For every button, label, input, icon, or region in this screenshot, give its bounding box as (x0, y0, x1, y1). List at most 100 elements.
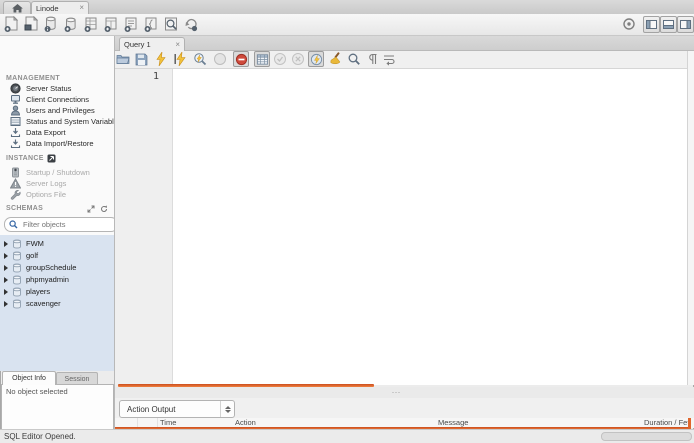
output-splitter[interactable] (115, 387, 694, 398)
sidebar-item-options-file[interactable]: Options File (0, 189, 114, 200)
reconnect-icon[interactable] (183, 16, 199, 33)
sidebar-item-data-export[interactable]: Data Export (0, 127, 114, 138)
tab-query-1[interactable]: Query 1 × (119, 37, 185, 51)
sidebar-item-server-logs[interactable]: Server Logs (0, 178, 114, 189)
wrench-icon (10, 189, 21, 200)
toggle-left-sidebar-button[interactable] (643, 16, 660, 33)
expand-panel-icon[interactable] (87, 205, 95, 213)
execute-current-icon[interactable] (172, 51, 188, 67)
server-instance-icon (10, 167, 21, 178)
sidebar-item-startup-shutdown[interactable]: Startup / Shutdown (0, 167, 114, 178)
schema-item[interactable]: FWM (0, 238, 114, 250)
document-tabbar: Linode × (0, 0, 694, 15)
close-icon[interactable]: × (79, 4, 84, 12)
create-schema-icon[interactable] (63, 16, 79, 33)
schema-icon (12, 251, 22, 261)
output-vscrollbar-thumb[interactable] (688, 418, 691, 429)
expander-icon[interactable] (4, 277, 8, 283)
explain-icon[interactable] (192, 51, 208, 67)
toggle-invisible-chars-icon[interactable] (365, 51, 381, 67)
toggle-autocommit-icon[interactable] (308, 51, 324, 67)
rollback-icon[interactable] (290, 51, 306, 67)
inspector-icon[interactable] (43, 16, 59, 33)
schema-icon (12, 299, 22, 309)
schema-icon (12, 287, 22, 297)
mysql-workbench-window: Linode × MANAGEMENT Server Status Client… (0, 0, 694, 443)
schema-filter-input[interactable] (21, 219, 105, 230)
sidebar-item-data-import[interactable]: Data Import/Restore (0, 138, 114, 149)
schema-item[interactable]: groupSchedule (0, 262, 114, 274)
beautify-icon[interactable] (327, 51, 343, 67)
open-sql-script-icon[interactable] (23, 16, 39, 33)
editor-vscrollbar-lane[interactable] (688, 51, 694, 385)
instance-section-title: INSTANCE (6, 155, 44, 162)
output-view-select[interactable]: Action Output (119, 400, 235, 418)
toggle-stop-on-error-icon[interactable] (233, 51, 249, 67)
tab-object-info[interactable]: Object Info (2, 371, 56, 385)
sql-editor-toolbar (115, 51, 694, 69)
expander-icon[interactable] (4, 253, 8, 259)
navigator-sidebar: MANAGEMENT Server Status Client Connecti… (0, 36, 114, 371)
new-sql-tab-icon[interactable] (3, 16, 19, 33)
toggle-right-sidebar-button[interactable] (677, 16, 694, 33)
schema-icon (12, 263, 22, 273)
main-toolbar (0, 14, 694, 36)
hscrollbar-thumb[interactable] (601, 432, 692, 441)
data-export-icon (10, 127, 21, 138)
toggle-output-area-button[interactable] (660, 16, 677, 33)
schema-item[interactable]: phpmyadmin (0, 274, 114, 286)
schemas-section-title: SCHEMAS (6, 205, 44, 212)
data-import-icon (10, 138, 21, 149)
sql-editor-canvas[interactable] (173, 69, 687, 385)
expander-icon[interactable] (4, 289, 8, 295)
commit-icon[interactable] (272, 51, 288, 67)
management-section-title: MANAGEMENT (6, 75, 60, 82)
create-view-icon[interactable] (103, 16, 119, 33)
status-variables-icon (10, 116, 21, 127)
create-table-icon[interactable] (83, 16, 99, 33)
execute-icon[interactable] (153, 51, 169, 67)
schema-filter (4, 217, 114, 232)
schema-icon (12, 275, 22, 285)
schema-list: FWM golf groupSchedule phpmyadmin player (0, 235, 114, 371)
line-number: 1 (152, 71, 159, 82)
object-info-panel: No object selected (1, 384, 114, 430)
expander-icon[interactable] (4, 265, 8, 271)
save-script-icon[interactable] (133, 51, 149, 67)
sidebar-item-server-status[interactable]: Server Status (0, 83, 114, 94)
expander-icon[interactable] (4, 241, 8, 247)
schema-item[interactable]: scavenger (0, 298, 114, 310)
schema-item[interactable]: golf (0, 250, 114, 262)
server-status-icon (10, 83, 21, 94)
connection-tab-linode[interactable]: Linode × (31, 1, 89, 14)
open-script-icon[interactable] (115, 51, 131, 67)
connection-tab-label: Linode (36, 3, 59, 13)
create-function-icon[interactable] (143, 16, 159, 33)
output-view-label: Action Output (127, 404, 176, 414)
schema-icon (12, 239, 22, 249)
warning-icon (10, 178, 21, 189)
sidebar-item-status-system-variables[interactable]: Status and System Variables (0, 116, 114, 127)
find-icon[interactable] (346, 51, 362, 67)
close-icon[interactable]: × (175, 40, 180, 49)
home-tab[interactable] (3, 1, 31, 14)
sidebar-item-client-connections[interactable]: Client Connections (0, 94, 114, 105)
status-message: SQL Editor Opened. (4, 432, 76, 441)
expander-icon[interactable] (4, 301, 8, 307)
schema-item[interactable]: players (0, 286, 114, 298)
spinner-icon[interactable] (220, 401, 234, 417)
sidebar-item-users-privileges[interactable]: Users and Privileges (0, 105, 114, 116)
limit-rows-icon[interactable] (254, 51, 270, 67)
refresh-icon[interactable] (100, 205, 108, 213)
home-icon (11, 3, 23, 13)
toggle-word-wrap-icon[interactable] (381, 51, 397, 67)
search-data-icon[interactable] (163, 16, 179, 33)
object-info-message: No object selected (6, 387, 68, 396)
splitter-grip-icon (391, 391, 401, 394)
preferences-icon[interactable] (622, 17, 638, 34)
stop-icon[interactable] (212, 51, 228, 67)
create-procedure-icon[interactable] (123, 16, 139, 33)
output-toolbar: Action Output (115, 398, 694, 418)
editor-tabbar: Query 1 × (115, 36, 694, 51)
editor-gutter: 1 (115, 69, 173, 385)
